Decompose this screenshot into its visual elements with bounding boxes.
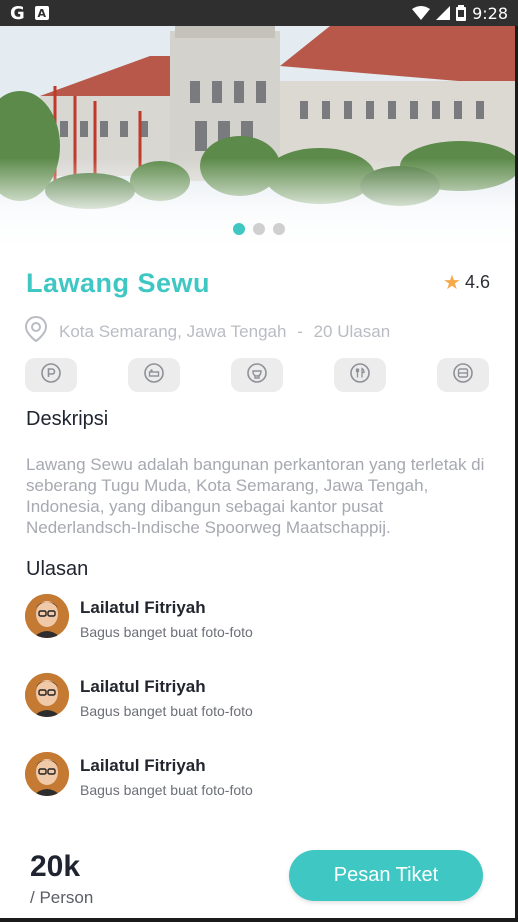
review-comment: Bagus banget buat foto-foto <box>80 703 253 719</box>
price-value: 20k <box>30 850 81 883</box>
facility-toilet[interactable] <box>231 358 283 392</box>
facility-transport[interactable] <box>437 358 489 392</box>
review-item: Lailatul Fitriyah Bagus banget buat foto… <box>25 752 495 831</box>
carousel-dot-3[interactable] <box>273 223 285 235</box>
carousel-dot-1[interactable] <box>233 223 245 235</box>
location-text: Kota Semarang, Jawa Tengah <box>59 321 287 341</box>
avatar <box>25 594 69 638</box>
reviews-list: Lailatul Fitriyah Bagus banget buat foto… <box>25 594 495 831</box>
reviewer-name: Lailatul Fitriyah <box>80 598 206 617</box>
system-nav-bar <box>0 918 518 922</box>
description-heading: Deskripsi <box>26 408 109 430</box>
location-pin-icon <box>24 315 48 347</box>
review-comment: Bagus banget buat foto-foto <box>80 624 253 640</box>
avatar <box>25 673 69 717</box>
restaurant-icon <box>349 362 371 389</box>
transport-icon <box>452 362 474 389</box>
price-block: 20k / Person <box>30 850 93 908</box>
reviewer-name: Lailatul Fitriyah <box>80 677 206 696</box>
reviewer-name: Lailatul Fitriyah <box>80 756 206 775</box>
hotel-icon <box>143 362 165 389</box>
facilities-row <box>25 358 489 392</box>
facility-hotel[interactable] <box>128 358 180 392</box>
a-badge-icon: A <box>34 6 49 20</box>
parking-icon <box>40 362 62 389</box>
google-g-icon: G <box>10 2 25 24</box>
review-comment: Bagus banget buat foto-foto <box>80 782 253 798</box>
rating: ★ 4.6 <box>443 272 490 293</box>
signal-icon <box>436 6 451 20</box>
carousel-dot-2[interactable] <box>253 223 265 235</box>
battery-icon <box>456 5 467 21</box>
status-bar: G A 9:28 <box>0 0 518 26</box>
reviews-heading: Ulasan <box>26 558 89 580</box>
review-item: Lailatul Fitriyah Bagus banget buat foto… <box>25 673 495 752</box>
facility-restaurant[interactable] <box>334 358 386 392</box>
location-separator: - <box>297 321 303 341</box>
place-title: Lawang Sewu <box>26 268 211 298</box>
price-unit: / Person <box>30 888 94 907</box>
toilet-icon <box>246 362 268 389</box>
review-item: Lailatul Fitriyah Bagus banget buat foto… <box>25 594 495 673</box>
star-icon: ★ <box>443 271 461 294</box>
avatar <box>25 752 69 796</box>
description-text: Lawang Sewu adalah bangunan perkantoran … <box>26 455 485 537</box>
carousel-indicator <box>0 223 518 235</box>
pesan-tiket-button[interactable]: Pesan Tiket <box>289 850 483 901</box>
location-row: Kota Semarang, Jawa Tengah - 20 Ulasan <box>24 315 391 347</box>
facility-parking[interactable] <box>25 358 77 392</box>
status-time: 9:28 <box>472 3 508 23</box>
reviews-count: 20 Ulasan <box>313 321 391 341</box>
rating-value: 4.6 <box>464 272 490 292</box>
hero-image-carousel[interactable] <box>0 26 518 248</box>
wifi-icon <box>412 6 431 20</box>
